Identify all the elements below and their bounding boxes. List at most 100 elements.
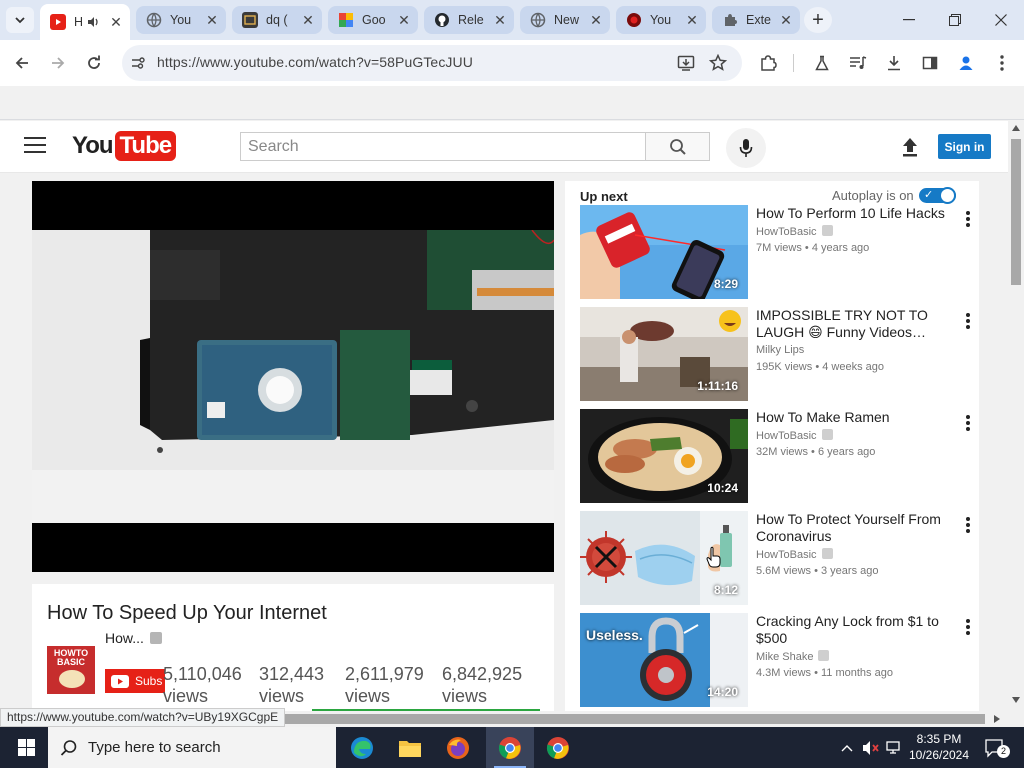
edge-taskbar-button[interactable]: [338, 727, 386, 768]
more-actions-icon[interactable]: [960, 413, 976, 433]
scroll-down-icon[interactable]: [1012, 697, 1020, 703]
site-info-icon[interactable]: [130, 55, 146, 71]
search-button[interactable]: [645, 132, 710, 161]
more-actions-icon[interactable]: [960, 209, 976, 229]
chrome-taskbar-button[interactable]: [534, 727, 582, 768]
restore-button[interactable]: [932, 0, 978, 40]
tab-1[interactable]: You ✕: [136, 6, 226, 34]
close-tab-icon[interactable]: ✕: [492, 12, 508, 28]
more-actions-icon[interactable]: [960, 515, 976, 535]
extensions-button[interactable]: [754, 49, 782, 77]
firefox-taskbar-button[interactable]: [434, 727, 482, 768]
labs-button[interactable]: [808, 49, 836, 77]
related-video-item[interactable]: 8:12 How To Protect Yourself From Corona…: [580, 511, 975, 605]
vertical-scrollbar[interactable]: [1008, 121, 1024, 713]
autoplay-toggle[interactable]: ✓: [919, 187, 956, 204]
tab-2[interactable]: dq ( ✕: [232, 6, 322, 34]
upload-button[interactable]: [896, 133, 924, 161]
more-actions-icon[interactable]: [960, 617, 976, 637]
tab-4[interactable]: Rele ✕: [424, 6, 514, 34]
close-tab-icon[interactable]: ✕: [588, 12, 604, 28]
tab-search-button[interactable]: [6, 7, 34, 33]
globe-icon: [146, 12, 162, 28]
channel-name[interactable]: How...: [105, 630, 144, 646]
youtube-logo[interactable]: You Tube: [72, 131, 177, 161]
network-button[interactable]: [884, 727, 906, 768]
video-title[interactable]: Cracking Any Lock from $1 to $500: [756, 613, 956, 647]
profile-button[interactable]: [952, 49, 980, 77]
video-duration: 14:20: [707, 685, 738, 699]
taskbar-search-placeholder: Type here to search: [88, 739, 221, 756]
related-video-item[interactable]: 8:29 How To Perform 10 Life Hacks HowToB…: [580, 205, 975, 299]
taskbar-search-box[interactable]: Type here to search: [48, 727, 336, 768]
new-tab-button[interactable]: +: [804, 7, 832, 33]
tab-7[interactable]: Exte ✕: [712, 6, 800, 34]
close-tab-icon[interactable]: ✕: [778, 12, 794, 28]
chrome-taskbar-button-active[interactable]: [486, 727, 534, 768]
youtube-icon: [50, 14, 66, 30]
close-tab-icon[interactable]: ✕: [300, 12, 316, 28]
guide-menu-icon[interactable]: [24, 137, 46, 157]
notifications-button[interactable]: 2: [978, 727, 1012, 768]
related-video-item[interactable]: Useless. 14:20 Cracking Any Lock from $1…: [580, 613, 975, 707]
system-clock[interactable]: 8:35 PM 10/26/2024: [904, 731, 974, 763]
channel-name: HowToBasic: [756, 549, 817, 561]
voice-search-button[interactable]: [726, 128, 766, 168]
reload-button[interactable]: [80, 49, 108, 77]
minimize-button[interactable]: [886, 0, 932, 40]
subscribe-button[interactable]: Subs: [105, 669, 165, 693]
channel-avatar[interactable]: HOWTO BASIC: [47, 646, 95, 694]
scrollbar-thumb[interactable]: [276, 714, 985, 724]
scrollbar-thumb[interactable]: [1011, 139, 1021, 285]
tab-5[interactable]: New ✕: [520, 6, 610, 34]
upload-icon: [903, 138, 917, 157]
view-count: 195K views: [756, 361, 813, 373]
search-box[interactable]: [240, 132, 646, 161]
speaker-icon[interactable]: [86, 15, 100, 29]
video-thumbnail[interactable]: 10:24: [580, 409, 748, 503]
related-video-item[interactable]: 10:24 How To Make Ramen HowToBasic 32M v…: [580, 409, 975, 503]
scroll-right-icon[interactable]: [994, 715, 1000, 723]
youtube-play-icon: [111, 674, 129, 688]
volume-muted-button[interactable]: [860, 727, 882, 768]
chrome-menu-button[interactable]: [988, 49, 1016, 77]
bookmark-star-icon[interactable]: [709, 54, 727, 72]
video-thumbnail[interactable]: 1:11:16: [580, 307, 748, 401]
video-thumbnail[interactable]: 8:12: [580, 511, 748, 605]
url-text[interactable]: https://www.youtube.com/watch?v=58PuGTec…: [157, 54, 473, 70]
close-tab-icon[interactable]: ✕: [108, 14, 124, 30]
tab-6[interactable]: You ✕: [616, 6, 706, 34]
downloads-button[interactable]: [880, 49, 908, 77]
video-thumbnail[interactable]: Useless. 14:20: [580, 613, 748, 707]
video-frame[interactable]: [32, 230, 554, 523]
tab-youtube-active[interactable]: H ✕: [40, 4, 130, 40]
video-title[interactable]: IMPOSSIBLE TRY NOT TO LAUGH 😄 Funny Vide…: [756, 307, 956, 341]
youtube-header: You Tube Sign in: [0, 121, 1008, 173]
more-actions-icon[interactable]: [960, 311, 976, 331]
forward-button[interactable]: [44, 49, 72, 77]
video-title[interactable]: How To Make Ramen: [756, 409, 956, 426]
video-player[interactable]: [32, 181, 554, 572]
side-panel-button[interactable]: [916, 49, 944, 77]
show-hidden-icons-button[interactable]: [838, 727, 856, 768]
media-control-button[interactable]: [844, 49, 872, 77]
file-explorer-taskbar-button[interactable]: [386, 727, 434, 768]
address-bar[interactable]: https://www.youtube.com/watch?v=58PuGTec…: [122, 45, 742, 81]
video-title[interactable]: How To Perform 10 Life Hacks: [756, 205, 956, 222]
close-tab-icon[interactable]: ✕: [396, 12, 412, 28]
video-thumbnail[interactable]: 8:29: [580, 205, 748, 299]
close-tab-icon[interactable]: ✕: [684, 12, 700, 28]
install-app-icon[interactable]: [677, 54, 695, 72]
start-button[interactable]: [8, 727, 44, 768]
close-window-button[interactable]: [978, 0, 1024, 40]
tab-3[interactable]: Goo ✕: [328, 6, 418, 34]
close-tab-icon[interactable]: ✕: [204, 12, 220, 28]
sign-in-button[interactable]: Sign in: [938, 134, 991, 159]
search-input[interactable]: [241, 133, 646, 160]
video-duration: 8:29: [713, 277, 738, 291]
scroll-up-icon[interactable]: [1012, 125, 1020, 131]
back-button[interactable]: [8, 49, 36, 77]
video-channel: Mike Shake: [756, 650, 830, 663]
video-title[interactable]: How To Protect Yourself From Coronavirus: [756, 511, 956, 545]
related-video-item[interactable]: 1:11:16 IMPOSSIBLE TRY NOT TO LAUGH 😄 Fu…: [580, 307, 975, 401]
